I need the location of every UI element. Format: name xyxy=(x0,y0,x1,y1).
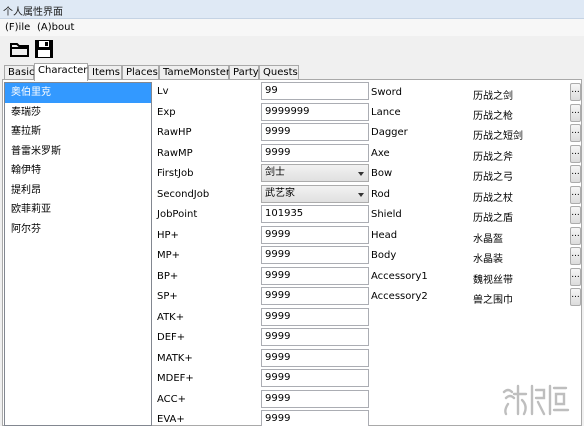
list-item[interactable]: 塞拉斯 xyxy=(5,122,151,142)
stat-label-lv: Lv xyxy=(157,86,169,97)
stat-field-hp[interactable]: 9999 xyxy=(261,226,369,244)
stat-label-mdef: MDEF+ xyxy=(157,373,194,384)
equip-item-axe: 历战之斧 xyxy=(473,152,513,163)
equip-head-browse-button[interactable]: ... xyxy=(570,227,581,245)
equip-item-head: 水晶盔 xyxy=(473,234,503,245)
stat-label-jobpoint: JobPoint xyxy=(157,209,198,220)
stat-field-mdef[interactable]: 9999 xyxy=(261,369,369,387)
equip-rod-browse-button[interactable]: ... xyxy=(570,186,581,204)
stat-field-mp[interactable]: 9999 xyxy=(261,246,369,264)
stat-label-rawmp: RawMP xyxy=(157,148,193,159)
list-item[interactable]: 提利昂 xyxy=(5,181,151,201)
stat-label-secondjob: SecondJob xyxy=(157,189,210,200)
equip-item-body: 水晶装 xyxy=(473,254,503,265)
equip-item-shield: 历战之盾 xyxy=(473,213,513,224)
list-item[interactable]: 奥伯里克 xyxy=(5,83,151,103)
save-icon xyxy=(35,40,53,58)
stat-field-sp[interactable]: 9999 xyxy=(261,287,369,305)
menu-about[interactable]: (A)bout xyxy=(37,22,74,33)
equip-slot-dagger: Dagger xyxy=(371,127,408,138)
character-list[interactable]: 奥伯里克 泰瑞莎 塞拉斯 普雷米罗斯 翰伊特 提利昂 欧菲莉亚 阿尔芬 xyxy=(4,82,152,426)
stat-label-eva: EVA+ xyxy=(157,414,185,425)
first-job-value: 剑士 xyxy=(265,167,285,178)
stat-field-exp[interactable]: 9999999 xyxy=(261,103,369,121)
stat-field-eva[interactable]: 9999 xyxy=(261,410,369,426)
stat-field-rawhp[interactable]: 9999 xyxy=(261,123,369,141)
equip-item-bow: 历战之弓 xyxy=(473,172,513,183)
menu-bar: (F)ile (A)bout xyxy=(0,19,584,36)
equip-slot-body: Body xyxy=(371,250,397,261)
folder-open-icon xyxy=(10,43,29,57)
chevron-down-icon xyxy=(358,172,364,176)
tab-basic[interactable]: Basic xyxy=(4,65,34,80)
stat-field-jobpoint[interactable]: 101935 xyxy=(261,205,369,223)
stat-field-rawmp[interactable]: 9999 xyxy=(261,144,369,162)
list-item[interactable]: 泰瑞莎 xyxy=(5,103,151,123)
equip-item-accessory2: 兽之围巾 xyxy=(473,295,513,306)
equip-item-dagger: 历战之短剑 xyxy=(473,131,523,142)
equip-axe-browse-button[interactable]: ... xyxy=(570,145,581,163)
stat-label-mp: MP+ xyxy=(157,250,181,261)
list-item[interactable]: 欧菲莉亚 xyxy=(5,200,151,220)
stat-label-exp: Exp xyxy=(157,107,176,118)
stat-field-acc[interactable]: 9999 xyxy=(261,390,369,408)
equip-dagger-browse-button[interactable]: ... xyxy=(570,124,581,142)
stat-label-bp: BP+ xyxy=(157,271,179,282)
equip-slot-sword: Sword xyxy=(371,87,402,98)
equip-lance-browse-button[interactable]: ... xyxy=(570,104,581,122)
equip-item-accessory1: 魏视丝带 xyxy=(473,275,513,286)
second-job-select[interactable]: 武艺家 xyxy=(261,185,369,203)
equip-item-sword: 历战之剑 xyxy=(473,91,513,102)
stat-label-sp: SP+ xyxy=(157,291,178,302)
tab-party[interactable]: Party xyxy=(229,65,259,80)
tab-items[interactable]: Items xyxy=(88,65,122,80)
equip-item-lance: 历战之枪 xyxy=(473,111,513,122)
equip-slot-axe: Axe xyxy=(371,148,390,159)
equip-bow-browse-button[interactable]: ... xyxy=(570,165,581,183)
equip-accessory2-browse-button[interactable]: ... xyxy=(570,288,581,306)
chevron-down-icon xyxy=(358,193,364,197)
list-item[interactable]: 普雷米罗斯 xyxy=(5,142,151,162)
stat-label-rawhp: RawHP xyxy=(157,127,192,138)
stat-field-atk[interactable]: 9999 xyxy=(261,308,369,326)
character-panel: 奥伯里克 泰瑞莎 塞拉斯 普雷米罗斯 翰伊特 提利昂 欧菲莉亚 阿尔芬 Lv 9… xyxy=(2,79,582,426)
equip-slot-accessory2: Accessory2 xyxy=(371,291,428,302)
stat-field-def[interactable]: 9999 xyxy=(261,328,369,346)
toolbar xyxy=(0,36,584,64)
tab-character[interactable]: Character xyxy=(34,63,88,81)
tab-places[interactable]: Places xyxy=(122,65,159,80)
second-job-value: 武艺家 xyxy=(265,188,295,199)
equip-slot-accessory1: Accessory1 xyxy=(371,271,428,282)
equip-body-browse-button[interactable]: ... xyxy=(570,247,581,265)
title-bar: 个人属性界面 xyxy=(0,0,584,19)
equip-slot-head: Head xyxy=(371,230,398,241)
stat-field-lv[interactable]: 99 xyxy=(261,82,369,100)
equip-sword-browse-button[interactable]: ... xyxy=(570,83,581,101)
equip-slot-lance: Lance xyxy=(371,107,401,118)
list-item[interactable]: 阿尔芬 xyxy=(5,220,151,240)
stat-label-hp: HP+ xyxy=(157,230,179,241)
window-title: 个人属性界面 xyxy=(3,7,63,18)
stat-label-matk: MATK+ xyxy=(157,353,193,364)
stat-label-acc: ACC+ xyxy=(157,394,187,405)
stat-label-firstjob: FirstJob xyxy=(157,168,194,179)
equip-shield-browse-button[interactable]: ... xyxy=(570,206,581,224)
save-button[interactable] xyxy=(33,38,55,60)
stat-field-matk[interactable]: 9999 xyxy=(261,349,369,367)
stat-label-def: DEF+ xyxy=(157,332,186,343)
first-job-select[interactable]: 剑士 xyxy=(261,164,369,182)
equip-slot-bow: Bow xyxy=(371,168,393,179)
open-button[interactable] xyxy=(9,38,31,60)
watermark-logo xyxy=(502,384,570,416)
equip-slot-shield: Shield xyxy=(371,209,402,220)
stat-field-bp[interactable]: 9999 xyxy=(261,267,369,285)
tab-tamemonster[interactable]: TameMonster xyxy=(159,65,230,80)
menu-file[interactable]: (F)ile xyxy=(5,22,30,33)
list-item[interactable]: 翰伊特 xyxy=(5,161,151,181)
equip-accessory1-browse-button[interactable]: ... xyxy=(570,268,581,286)
tab-quests[interactable]: Quests xyxy=(259,65,299,80)
stat-label-atk: ATK+ xyxy=(157,312,185,323)
equip-slot-rod: Rod xyxy=(371,189,390,200)
equip-item-rod: 历战之杖 xyxy=(473,193,513,204)
